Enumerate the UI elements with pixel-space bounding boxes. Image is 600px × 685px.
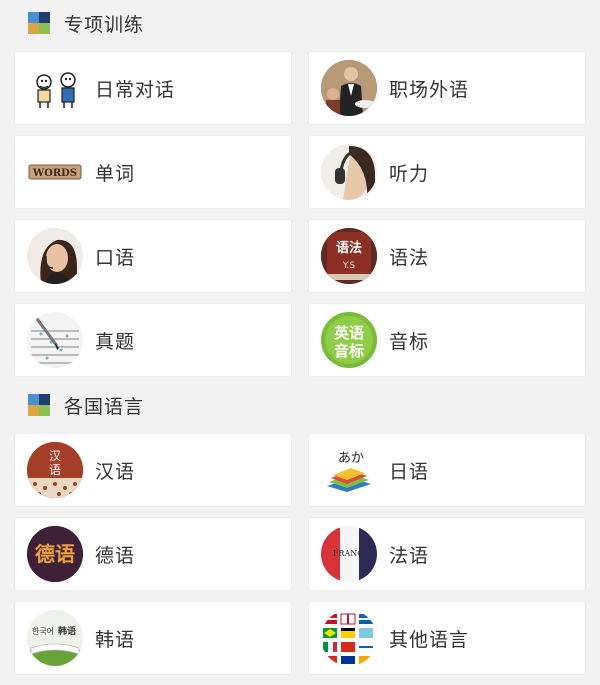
korean-book-icon: 한국어 韩语 [27, 610, 83, 666]
german-icon: 德语 [27, 526, 83, 582]
chinese-bottom-text: 语 [49, 463, 61, 477]
card-label: 口语 [95, 246, 136, 269]
card-chinese[interactable]: 汉 语 汉语 [15, 434, 291, 506]
headset-speaker-icon [27, 228, 83, 284]
card-grammar[interactable]: 语法 Y.S 语法 [309, 220, 585, 292]
card-other-languages[interactable]: 其他语言 [309, 602, 585, 674]
card-label: 真题 [95, 330, 136, 353]
headphones-icon [321, 144, 377, 200]
section-header-training: 专项训练 [0, 0, 600, 46]
japanese-text: あか [338, 451, 364, 466]
card-label: 汉语 [95, 460, 136, 483]
section-logo-icon [28, 394, 50, 416]
section-title: 各国语言 [64, 395, 145, 418]
card-label: 其他语言 [389, 628, 470, 651]
french-text: FRANÇA [333, 549, 369, 558]
words-text: WORDS [32, 168, 77, 179]
card-korean[interactable]: 한국어 韩语 韩语 [15, 602, 291, 674]
card-japanese[interactable]: あか 日语 [309, 434, 585, 506]
card-daily-conversation[interactable]: 日常对话 [15, 52, 291, 124]
card-words[interactable]: WORDS 单词 [15, 136, 291, 208]
phonetics-icon: 英语 音标 [321, 312, 377, 368]
french-flag-icon: FRANÇA [321, 526, 377, 582]
daily-conversation-icon [27, 60, 83, 116]
card-workplace[interactable]: 职场外语 [309, 52, 585, 124]
phonetics-top-text: 英语 [334, 324, 364, 342]
exam-sheet-icon [27, 312, 83, 368]
card-speaking[interactable]: 口语 [15, 220, 291, 292]
workplace-icon [321, 60, 377, 116]
card-label: 单词 [95, 162, 136, 185]
chinese-top-text: 汉 [49, 449, 61, 463]
card-label: 德语 [95, 544, 136, 567]
japanese-icon: あか [321, 442, 377, 498]
card-exam[interactable]: 真题 [15, 304, 291, 376]
grammar-title-text: 语法 [336, 240, 362, 256]
card-listening[interactable]: 听力 [309, 136, 585, 208]
chinese-icon: 汉 语 [27, 442, 83, 498]
world-flags-icon [321, 610, 377, 666]
grammar-sub-text: Y.S [342, 261, 356, 271]
card-label: 语法 [389, 246, 430, 269]
grammar-book-icon: 语法 Y.S [321, 228, 377, 284]
section-header-languages: 各国语言 [0, 382, 600, 428]
card-label: 日常对话 [95, 78, 176, 101]
words-icon: WORDS [27, 144, 83, 200]
card-label: 韩语 [95, 628, 136, 651]
card-german[interactable]: 德语 德语 [15, 518, 291, 590]
card-label: 听力 [389, 162, 430, 185]
korean-text-b: 韩语 [58, 625, 76, 637]
korean-text-a: 한국어 [32, 626, 54, 636]
section-title: 专项训练 [64, 13, 145, 36]
phonetics-bottom-text: 音标 [334, 342, 364, 360]
card-french[interactable]: FRANÇA 法语 [309, 518, 585, 590]
card-label: 职场外语 [389, 78, 470, 101]
card-label: 法语 [389, 544, 430, 567]
card-label: 日语 [389, 460, 430, 483]
card-phonetics[interactable]: 英语 音标 音标 [309, 304, 585, 376]
german-text: 德语 [35, 542, 75, 566]
card-label: 音标 [389, 330, 430, 353]
section-logo-icon [28, 12, 50, 34]
